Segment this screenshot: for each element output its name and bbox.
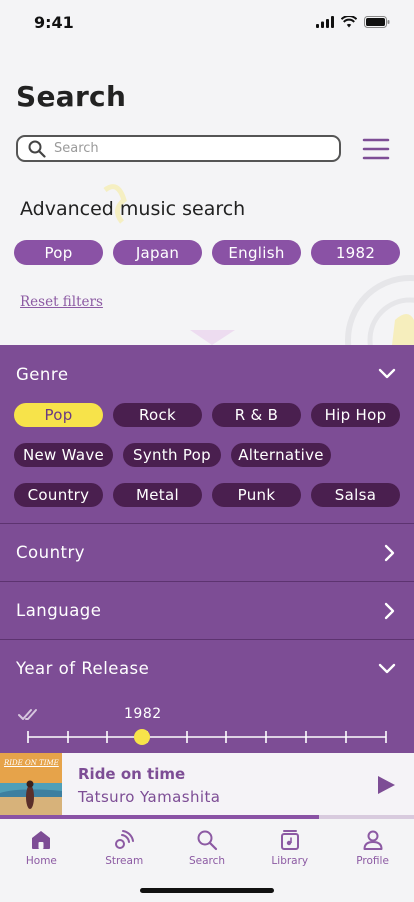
country-label: Country [16, 543, 86, 562]
slider-track[interactable] [0, 728, 414, 748]
search-icon [28, 140, 46, 158]
genre-label: Genre [16, 364, 69, 384]
chevron-right-icon [384, 544, 395, 561]
genre-chip-alternative[interactable]: Alternative [231, 443, 331, 467]
genre-chip-punk[interactable]: Punk [212, 483, 301, 507]
tab-profile-label: Profile [356, 855, 389, 867]
mini-player[interactable]: RIDE ON TIME Ride on time Tatsuro Yamash… [0, 753, 414, 815]
profile-icon [363, 830, 383, 850]
signal-icon [316, 16, 334, 28]
genre-chip-country[interactable]: Country [14, 483, 103, 507]
library-icon [280, 830, 299, 850]
stream-icon [115, 830, 135, 849]
active-filter-chip[interactable]: English [212, 240, 301, 265]
year-slider[interactable]: 1982 [0, 700, 414, 753]
page-title: Search [16, 80, 127, 113]
album-art-text: RIDE ON TIME [4, 759, 59, 767]
home-indicator [140, 888, 274, 893]
advanced-search-title: Advanced music search [20, 198, 246, 220]
tab-profile[interactable]: Profile [333, 819, 413, 869]
active-filter-chips: Pop Japan English 1982 [14, 240, 400, 265]
reset-filters-link[interactable]: Reset filters [20, 294, 103, 310]
year-section-header[interactable]: Year of Release [0, 640, 414, 697]
year-label: Year of Release [16, 659, 150, 678]
language-label: Language [16, 601, 102, 620]
play-icon[interactable] [376, 775, 396, 795]
slider-thumb [134, 729, 150, 745]
genre-chip-metal[interactable]: Metal [113, 483, 202, 507]
tab-stream-label: Stream [105, 855, 144, 867]
genre-chip-rock[interactable]: Rock [113, 403, 202, 427]
album-art[interactable]: RIDE ON TIME [0, 753, 62, 815]
tab-bar: Home Stream Search Library Profile [0, 819, 414, 869]
tab-library[interactable]: Library [250, 819, 330, 869]
search-field[interactable] [16, 135, 341, 162]
chevron-right-icon [384, 602, 395, 619]
battery-icon [364, 16, 390, 28]
language-section-header[interactable]: Language [0, 582, 414, 639]
tab-search-label: Search [188, 855, 226, 867]
search-input[interactable] [54, 141, 314, 156]
search-icon [197, 830, 218, 851]
active-filter-chip[interactable]: 1982 [311, 240, 400, 265]
tab-search[interactable]: Search [167, 819, 247, 869]
status-icons [316, 16, 390, 28]
song-title: Ride on time [78, 765, 186, 783]
genre-chip-rnb[interactable]: R & B [212, 403, 301, 427]
tab-home[interactable]: Home [1, 819, 81, 869]
genre-chip-pop[interactable]: Pop [14, 403, 103, 427]
genre-chip-hip-hop[interactable]: Hip Hop [311, 403, 400, 427]
chevron-down-icon [378, 368, 396, 379]
tab-library-label: Library [271, 855, 309, 867]
song-artist: Tatsuro Yamashita [78, 788, 221, 806]
double-check-icon [18, 709, 37, 720]
tab-stream[interactable]: Stream [84, 819, 164, 869]
genre-chip-new-wave[interactable]: New Wave [14, 443, 113, 467]
genre-chip-synth-pop[interactable]: Synth Pop [123, 443, 221, 467]
status-bar: 9:41 [0, 0, 414, 44]
filter-menu-icon[interactable] [362, 136, 390, 162]
country-section-header[interactable]: Country [0, 524, 414, 581]
genre-section-header[interactable]: Genre [0, 361, 414, 387]
tab-home-label: Home [25, 855, 57, 867]
filter-panel: Genre Pop Rock R & B Hip Hop New Wave Sy… [0, 345, 414, 753]
active-filter-chip[interactable]: Pop [14, 240, 103, 265]
year-value-label: 1982 [124, 706, 162, 722]
wifi-icon [341, 16, 357, 28]
active-filter-chip[interactable]: Japan [113, 240, 202, 265]
status-time: 9:41 [34, 12, 74, 32]
home-icon [32, 831, 51, 849]
genre-chip-salsa[interactable]: Salsa [311, 483, 400, 507]
chevron-down-icon [378, 663, 396, 673]
